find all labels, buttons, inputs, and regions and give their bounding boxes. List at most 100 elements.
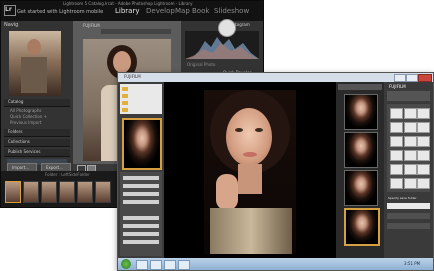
filmstrip-thumb[interactable] bbox=[77, 181, 93, 203]
original-photo-label: Original Photo bbox=[187, 62, 216, 67]
main-photo-neck bbox=[238, 164, 262, 194]
capture-window-title: FUJIFILM bbox=[124, 74, 141, 79]
capture-control-panel: FUJIFILM Specify save folder bbox=[384, 82, 433, 258]
taskbar-app-icon[interactable] bbox=[164, 260, 176, 270]
thumb-header bbox=[338, 84, 382, 90]
taskbar-clock[interactable]: 3:51 PM bbox=[404, 262, 420, 266]
settings-field[interactable] bbox=[123, 176, 159, 180]
settings-field[interactable] bbox=[123, 240, 159, 244]
lightroom-left-panel: Navig Catalog All Photographs Quick Coll… bbox=[1, 21, 73, 171]
loupe-face bbox=[113, 51, 131, 73]
capture-main-viewer bbox=[164, 82, 336, 258]
setting-icon[interactable] bbox=[417, 178, 430, 189]
capture-indicator-icon bbox=[218, 19, 236, 37]
capture-option-bar[interactable] bbox=[387, 223, 430, 229]
shooting-mode-icon[interactable] bbox=[404, 108, 417, 119]
catalog-item-previous[interactable]: Previous Import bbox=[10, 121, 41, 125]
main-photo-eye bbox=[255, 128, 263, 132]
close-button[interactable] bbox=[418, 74, 432, 82]
lightroom-window-title: Lightroom 5 Catalog.lrcat - Adobe Photos… bbox=[63, 1, 193, 6]
settings-field[interactable] bbox=[123, 216, 159, 220]
filmstrip-thumb[interactable] bbox=[41, 181, 57, 203]
settings-field[interactable] bbox=[123, 224, 159, 228]
maximize-button[interactable] bbox=[406, 74, 418, 82]
navigator-dress bbox=[21, 57, 47, 93]
catalog-item-quick[interactable]: Quick Collection + bbox=[10, 115, 47, 119]
setting-icon[interactable] bbox=[404, 178, 417, 189]
capture-titlebar: FUJIFILM bbox=[118, 73, 433, 82]
navigator-face bbox=[27, 39, 41, 55]
setting-icon[interactable] bbox=[417, 164, 430, 175]
brand-info-strip bbox=[387, 91, 430, 101]
shooting-mode-icon[interactable] bbox=[390, 108, 403, 119]
module-book[interactable]: Book bbox=[192, 8, 209, 15]
setting-icon[interactable] bbox=[417, 122, 430, 133]
main-photo bbox=[204, 90, 296, 254]
folder-icon[interactable] bbox=[122, 94, 128, 98]
capture-thumb[interactable] bbox=[344, 132, 378, 168]
taskbar-app-icon[interactable] bbox=[178, 260, 190, 270]
windows-taskbar: 3:51 PM bbox=[118, 258, 433, 270]
module-map[interactable]: Map bbox=[175, 8, 190, 15]
setting-icon[interactable] bbox=[404, 164, 417, 175]
setting-icon[interactable] bbox=[390, 164, 403, 175]
minimize-button[interactable] bbox=[394, 74, 406, 82]
capture-left-toolbar bbox=[118, 82, 164, 258]
capture-thumb-selected[interactable] bbox=[344, 208, 380, 246]
setting-icon[interactable] bbox=[404, 150, 417, 161]
setting-icon[interactable] bbox=[417, 150, 430, 161]
shooting-mode-icon[interactable] bbox=[417, 108, 430, 119]
capture-thumb[interactable] bbox=[344, 94, 378, 130]
filmstrip-thumb[interactable] bbox=[23, 181, 39, 203]
filmstrip-thumb[interactable] bbox=[5, 181, 21, 203]
setting-icon[interactable] bbox=[390, 136, 403, 147]
capture-thumb[interactable] bbox=[344, 170, 378, 206]
lightroom-logo-text: Lr bbox=[5, 6, 12, 13]
navigator-label[interactable]: Navig bbox=[4, 23, 18, 28]
left-panel-folders[interactable]: Folders bbox=[4, 129, 70, 137]
setting-icon[interactable] bbox=[390, 150, 403, 161]
capture-window: FUJIFILM FUJIFILM Specify save folder 3:… bbox=[117, 72, 434, 271]
main-photo-lips bbox=[243, 152, 257, 157]
settings-field[interactable] bbox=[123, 232, 159, 236]
folder-icon[interactable] bbox=[122, 108, 128, 112]
folder-icon[interactable] bbox=[122, 101, 128, 105]
capture-thumb-column bbox=[336, 82, 384, 258]
lightroom-header: Lightroom 5 Catalog.lrcat - Adobe Photos… bbox=[1, 1, 263, 21]
filmstrip-thumb[interactable] bbox=[95, 181, 111, 203]
setting-icon[interactable] bbox=[390, 178, 403, 189]
setting-icon[interactable] bbox=[404, 136, 417, 147]
taskbar-app-icon[interactable] bbox=[136, 260, 148, 270]
main-photo-hand bbox=[216, 174, 238, 210]
filmstrip-caption: Folder : LeftSideFolder bbox=[45, 172, 90, 177]
taskbar-app-icon[interactable] bbox=[150, 260, 162, 270]
start-button[interactable] bbox=[121, 259, 131, 269]
module-develop[interactable]: Develop bbox=[146, 8, 175, 15]
folder-tree bbox=[120, 84, 162, 114]
settings-field[interactable] bbox=[123, 200, 159, 204]
filmstrip-thumb[interactable] bbox=[59, 181, 75, 203]
brand-label: FUJIFILM bbox=[389, 84, 406, 89]
left-panel-catalog[interactable]: Catalog bbox=[4, 99, 70, 107]
folder-icon[interactable] bbox=[122, 87, 128, 91]
catalog-caption[interactable]: Get started with Lightroom mobile bbox=[17, 10, 103, 15]
control-grid bbox=[387, 104, 430, 192]
module-slideshow[interactable]: Slideshow bbox=[214, 8, 249, 15]
main-photo-dress bbox=[210, 208, 292, 254]
left-panel-collections[interactable]: Collections bbox=[4, 139, 70, 147]
save-folder-field[interactable] bbox=[387, 203, 430, 209]
catalog-item-all[interactable]: All Photographs bbox=[10, 109, 41, 113]
capture-option-bar[interactable] bbox=[387, 213, 430, 219]
settings-panel bbox=[120, 172, 162, 256]
setting-icon[interactable] bbox=[417, 136, 430, 147]
module-library[interactable]: Library bbox=[115, 8, 139, 15]
settings-field[interactable] bbox=[123, 192, 159, 196]
setting-icon[interactable] bbox=[390, 122, 403, 133]
setting-icon[interactable] bbox=[404, 122, 417, 133]
settings-field[interactable] bbox=[123, 184, 159, 188]
left-panel-publish[interactable]: Publish Services bbox=[4, 149, 70, 157]
loupe-info-strip bbox=[101, 29, 171, 34]
main-photo-eye bbox=[235, 128, 243, 132]
main-photo-face bbox=[226, 108, 272, 166]
preview-thumbnail[interactable] bbox=[122, 118, 162, 170]
